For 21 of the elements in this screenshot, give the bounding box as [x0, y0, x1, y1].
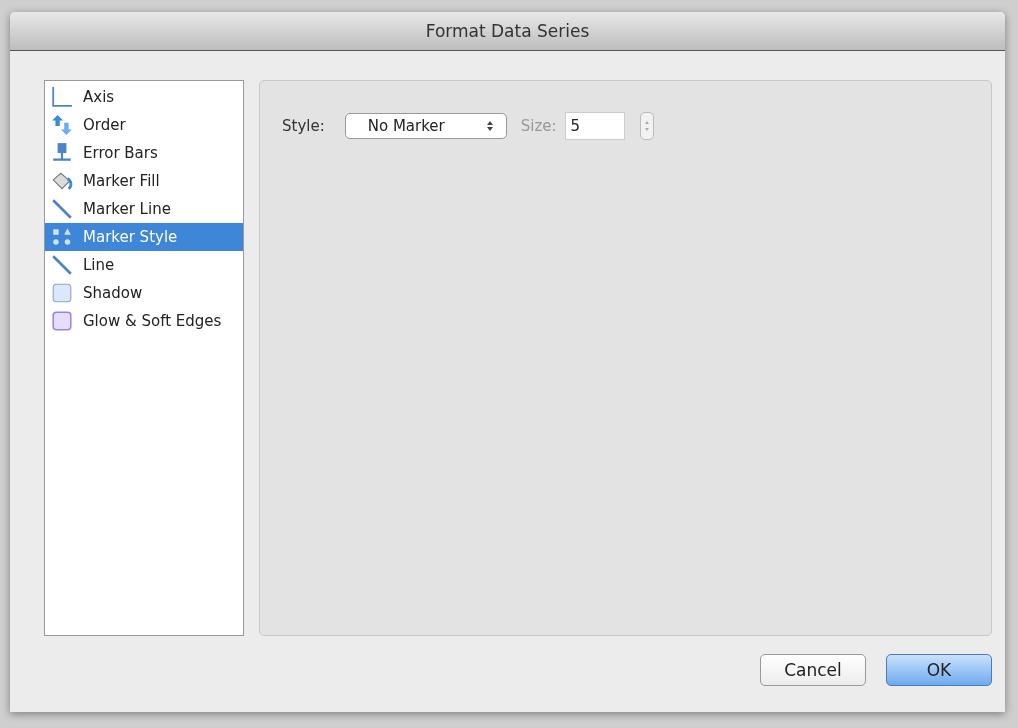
- category-item[interactable]: Marker Line: [45, 195, 243, 223]
- line-icon: [51, 254, 73, 276]
- category-item[interactable]: Marker Style: [45, 223, 243, 251]
- category-item[interactable]: Shadow: [45, 279, 243, 307]
- up-down-arrows-icon: [485, 120, 494, 132]
- category-item[interactable]: Error Bars: [45, 139, 243, 167]
- category-item[interactable]: Marker Fill: [45, 167, 243, 195]
- size-label: Size:: [520, 117, 557, 135]
- category-item[interactable]: Order: [45, 111, 243, 139]
- style-label: Style:: [282, 117, 325, 135]
- cancel-button[interactable]: Cancel: [760, 654, 866, 686]
- ok-button[interactable]: OK: [886, 654, 992, 686]
- category-item[interactable]: Glow & Soft Edges: [45, 307, 243, 335]
- category-item[interactable]: Line: [45, 251, 243, 279]
- style-dropdown[interactable]: No Marker: [344, 113, 507, 139]
- axis-icon: [51, 86, 73, 108]
- window-title: Format Data Series: [425, 21, 590, 41]
- order-icon: [51, 114, 73, 136]
- size-stepper[interactable]: [639, 112, 654, 140]
- category-item[interactable]: Axis: [45, 83, 243, 111]
- line-icon: [51, 198, 73, 220]
